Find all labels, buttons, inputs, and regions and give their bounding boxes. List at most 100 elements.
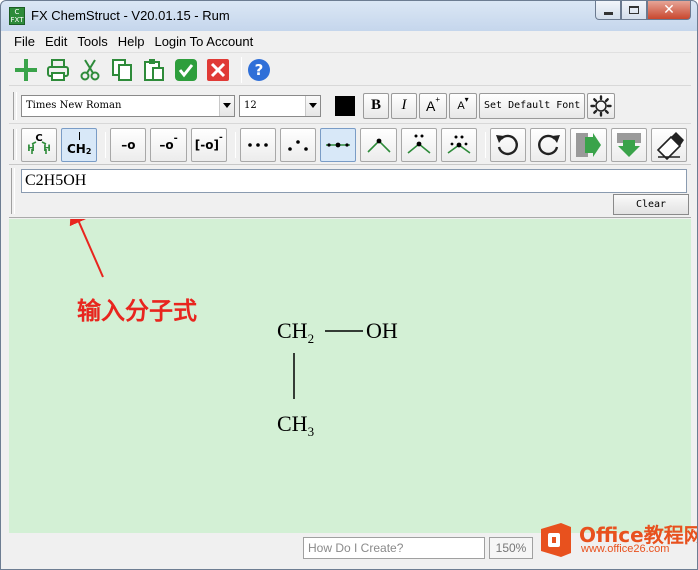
menu-file[interactable]: File	[9, 34, 40, 49]
clear-button[interactable]: Clear	[613, 194, 689, 215]
set-default-font-button[interactable]: Set Default Font	[479, 92, 586, 119]
paste-icon[interactable]	[141, 57, 167, 83]
oxygen-anion-label: –o	[159, 137, 174, 152]
font-name-value: Times New Roman	[26, 100, 122, 111]
cancel-icon[interactable]	[205, 57, 231, 83]
linear-bond-button[interactable]	[320, 127, 357, 162]
move-down-button[interactable]	[610, 127, 647, 162]
font-name-select[interactable]: Times New Roman	[21, 94, 235, 117]
add-icon[interactable]	[13, 57, 39, 83]
menu-login[interactable]: Login To Account	[149, 34, 258, 49]
tetrahedral-bond-icon	[447, 135, 471, 154]
chemistry-toolbar: C H H CH 2 –o –o - [-o] -	[9, 125, 691, 165]
radical-button[interactable]	[280, 127, 317, 162]
eraser-button[interactable]	[650, 127, 687, 162]
annotation-label: 输入分子式	[77, 297, 197, 325]
help-search-input[interactable]: How Do I Create?	[303, 537, 485, 559]
oxygen-anion-button[interactable]: –o -	[150, 127, 187, 162]
subscript-mark-icon: ▾	[464, 95, 469, 104]
chevron-down-icon[interactable]	[219, 95, 234, 116]
font-size-value: 12	[244, 100, 257, 111]
toolbar-separator	[241, 56, 242, 83]
minimize-button[interactable]	[595, 1, 621, 20]
drawing-canvas[interactable]: CH2 OH CH3 输入分子式	[9, 219, 691, 533]
close-button[interactable]: ✕	[647, 1, 691, 20]
arrow-right-icon	[576, 132, 602, 157]
bent-bond-button[interactable]	[360, 127, 397, 162]
ch2-label: CH	[66, 141, 86, 156]
close-icon: ✕	[663, 2, 675, 18]
bold-button[interactable]: B	[363, 92, 389, 119]
gear-icon	[590, 94, 613, 117]
watermark: Office教程网 www.office26.com	[537, 519, 697, 561]
minimize-icon	[603, 11, 613, 15]
app-window: C FXT FX ChemStruct - V20.01.15 - Rum ✕ F…	[0, 0, 698, 570]
radical-icon	[288, 139, 308, 151]
bracket-oxygen-label: [-o]	[194, 137, 219, 152]
linear-bond-icon	[326, 142, 351, 147]
structure-formula-icon: C H H	[27, 133, 51, 154]
rotate-right-button[interactable]	[530, 127, 567, 162]
font-size-select[interactable]: 12	[239, 94, 321, 117]
menu-edit[interactable]: Edit	[40, 34, 72, 49]
move-right-button[interactable]	[570, 127, 607, 162]
minus-charge-icon: -	[218, 132, 223, 143]
subscript-button[interactable]: A ▾	[449, 92, 477, 119]
formula-input[interactable]: C2H5OH	[21, 169, 687, 193]
svg-text:H: H	[27, 144, 35, 154]
title-bar: C FXT FX ChemStruct - V20.01.15 - Rum ✕	[1, 1, 697, 31]
superscript-mark-icon: +	[435, 95, 440, 104]
tetrahedral-bond-button[interactable]	[440, 127, 477, 162]
copy-icon[interactable]	[109, 57, 135, 83]
bent-bond-icon	[366, 138, 391, 153]
annotation-arrow	[69, 219, 104, 278]
eraser-icon	[656, 131, 684, 160]
zoom-level: 150%	[489, 537, 533, 559]
cut-icon[interactable]	[77, 57, 103, 83]
structure-mode-button[interactable]: C H H	[20, 127, 58, 162]
svg-text:H: H	[43, 144, 51, 154]
toolbar-grip[interactable]	[13, 91, 17, 120]
ch2-subscript: 2	[85, 147, 92, 156]
superscript-button[interactable]: A +	[419, 92, 447, 119]
subscript-label: A	[457, 99, 465, 112]
office-logo-icon	[541, 523, 571, 557]
condensed-mode-button[interactable]: CH 2	[61, 127, 98, 162]
arrow-down-icon	[616, 132, 641, 157]
toolbar-grip[interactable]	[13, 128, 17, 161]
text-color-picker[interactable]	[335, 95, 355, 116]
window-title: FX ChemStruct - V20.01.15 - Rum	[31, 8, 230, 23]
panel-grip[interactable]	[11, 168, 15, 214]
ch3-group-label: CH3	[277, 411, 314, 439]
italic-button[interactable]: I	[391, 92, 417, 119]
menu-tools[interactable]: Tools	[72, 34, 112, 49]
oxygen-bond-button[interactable]: –o	[110, 127, 147, 162]
bracket-oxygen-button[interactable]: [-o] -	[190, 127, 227, 162]
maximize-button[interactable]	[621, 1, 647, 20]
settings-button[interactable]	[587, 92, 616, 119]
trigonal-bond-icon	[407, 134, 431, 154]
print-icon[interactable]	[45, 57, 71, 83]
toolbar-separator	[105, 131, 107, 158]
maximize-icon	[629, 6, 639, 14]
chevron-down-icon[interactable]	[305, 95, 320, 116]
confirm-icon[interactable]	[173, 57, 199, 83]
formula-panel: C2H5OH Clear	[9, 166, 691, 218]
font-toolbar: Times New Roman 12 B I A + A ▾ Set Default…	[9, 88, 691, 124]
watermark-url: www.office26.com	[581, 543, 670, 555]
minus-charge-icon: -	[173, 133, 178, 144]
app-logo-icon: C FXT	[9, 7, 25, 25]
menu-help[interactable]: Help	[113, 34, 150, 49]
rotate-left-icon	[496, 134, 519, 155]
trigonal-bond-button[interactable]	[400, 127, 437, 162]
ch2-group-label: CH2	[277, 318, 314, 346]
rotate-left-button[interactable]	[489, 127, 527, 162]
help-icon[interactable]: ?	[246, 57, 272, 83]
superscript-label: A	[425, 97, 436, 114]
molecule-drawing: CH2 OH CH3	[69, 219, 398, 439]
lone-pair-button[interactable]	[239, 127, 277, 162]
toolbar-separator	[484, 131, 486, 158]
main-toolbar: ?	[9, 54, 691, 86]
rotate-right-icon	[538, 134, 561, 155]
status-bar: How Do I Create? 150% Office教程网 www.offi…	[9, 523, 697, 563]
